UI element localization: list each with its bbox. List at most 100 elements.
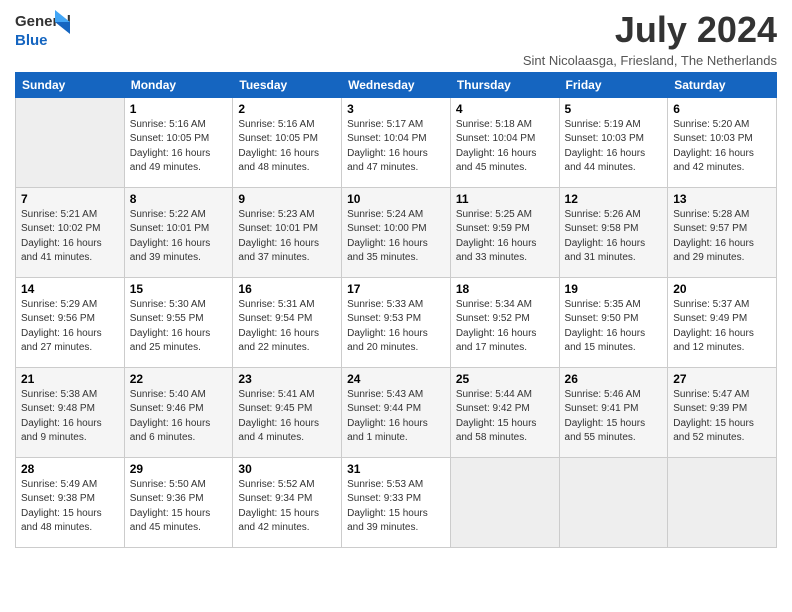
day-number: 1 [130, 102, 228, 116]
calendar-cell: 9Sunrise: 5:23 AMSunset: 10:01 PMDayligh… [233, 187, 342, 277]
calendar-cell: 21 Sunrise: 5:38 AMSunset: 9:48 PMDayligh… [16, 367, 125, 457]
day-number: 5 [565, 102, 663, 116]
calendar-cell: 19 Sunrise: 5:35 AMSunset: 9:50 PMDayligh… [559, 277, 668, 367]
day-number: 28 [21, 462, 119, 476]
calendar-table: SundayMondayTuesdayWednesdayThursdayFrid… [15, 72, 777, 548]
day-info: Sunrise: 5:34 AMSunset: 9:52 PMDaylight:… [456, 298, 554, 356]
day-info: Sunrise: 5:49 AMSunset: 9:38 PMDaylight:… [21, 478, 119, 536]
calendar-week-row: 14 Sunrise: 5:29 AMSunset: 9:56 PMDayligh… [16, 277, 777, 367]
day-info: Sunrise: 5:18 AMSunset: 10:04 PMDaylight… [456, 118, 554, 176]
day-info: Sunrise: 5:38 AMSunset: 9:48 PMDaylight:… [21, 388, 119, 446]
day-info: Sunrise: 5:40 AMSunset: 9:46 PMDaylight:… [130, 388, 228, 446]
day-info: Sunrise: 5:47 AMSunset: 9:39 PMDaylight:… [673, 388, 771, 446]
calendar-header-row: SundayMondayTuesdayWednesdayThursdayFrid… [16, 72, 777, 97]
day-number: 3 [347, 102, 445, 116]
day-number: 24 [347, 372, 445, 386]
day-info: Sunrise: 5:33 AMSunset: 9:53 PMDaylight:… [347, 298, 445, 356]
day-number: 23 [238, 372, 336, 386]
month-title: July 2024 [523, 10, 777, 50]
day-info: Sunrise: 5:16 AMSunset: 10:05 PMDaylight… [238, 118, 336, 176]
day-number: 27 [673, 372, 771, 386]
day-number: 10 [347, 192, 445, 206]
day-info: Sunrise: 5:44 AMSunset: 9:42 PMDaylight:… [456, 388, 554, 446]
day-info: Sunrise: 5:35 AMSunset: 9:50 PMDaylight:… [565, 298, 663, 356]
day-number: 19 [565, 282, 663, 296]
calendar-cell: 17 Sunrise: 5:33 AMSunset: 9:53 PMDayligh… [342, 277, 451, 367]
calendar-cell: 28 Sunrise: 5:49 AMSunset: 9:38 PMDayligh… [16, 457, 125, 547]
day-info: Sunrise: 5:50 AMSunset: 9:36 PMDaylight:… [130, 478, 228, 536]
day-number: 16 [238, 282, 336, 296]
calendar-cell: 13 Sunrise: 5:28 AMSunset: 9:57 PMDayligh… [668, 187, 777, 277]
day-number: 30 [238, 462, 336, 476]
day-number: 20 [673, 282, 771, 296]
calendar-cell: 25Sunrise: 5:44 AMSunset: 9:42 PMDayligh… [450, 367, 559, 457]
day-info: Sunrise: 5:26 AMSunset: 9:58 PMDaylight:… [565, 208, 663, 266]
day-header-saturday: Saturday [668, 72, 777, 97]
day-header-tuesday: Tuesday [233, 72, 342, 97]
calendar-cell: 14 Sunrise: 5:29 AMSunset: 9:56 PMDayligh… [16, 277, 125, 367]
day-number: 21 [21, 372, 119, 386]
svg-text:Blue: Blue [15, 32, 48, 49]
day-number: 8 [130, 192, 228, 206]
day-header-friday: Friday [559, 72, 668, 97]
calendar-cell: 2 Sunrise: 5:16 AMSunset: 10:05 PMDayligh… [233, 97, 342, 187]
day-number: 22 [130, 372, 228, 386]
day-info: Sunrise: 5:16 AMSunset: 10:05 PMDaylight… [130, 118, 228, 176]
calendar-cell [668, 457, 777, 547]
logo-icon: GeneralBlue [15, 10, 70, 52]
day-number: 14 [21, 282, 119, 296]
day-info: Sunrise: 5:17 AMSunset: 10:04 PMDaylight… [347, 118, 445, 176]
day-info: Sunrise: 5:20 AMSunset: 10:03 PMDaylight… [673, 118, 771, 176]
day-number: 11 [456, 192, 554, 206]
calendar-cell: 22 Sunrise: 5:40 AMSunset: 9:46 PMDayligh… [124, 367, 233, 457]
day-info: Sunrise: 5:52 AMSunset: 9:34 PMDaylight:… [238, 478, 336, 536]
calendar-week-row: 28 Sunrise: 5:49 AMSunset: 9:38 PMDayligh… [16, 457, 777, 547]
day-number: 2 [238, 102, 336, 116]
calendar-cell: 5 Sunrise: 5:19 AMSunset: 10:03 PMDayligh… [559, 97, 668, 187]
calendar-week-row: 1 Sunrise: 5:16 AMSunset: 10:05 PMDayligh… [16, 97, 777, 187]
page-header: GeneralBlue July 2024Sint Nicolaasga, Fri… [15, 10, 777, 68]
calendar-cell: 12 Sunrise: 5:26 AMSunset: 9:58 PMDayligh… [559, 187, 668, 277]
day-number: 18 [456, 282, 554, 296]
day-info: Sunrise: 5:37 AMSunset: 9:49 PMDaylight:… [673, 298, 771, 356]
day-number: 12 [565, 192, 663, 206]
calendar-cell: 30 Sunrise: 5:52 AMSunset: 9:34 PMDayligh… [233, 457, 342, 547]
day-info: Sunrise: 5:43 AMSunset: 9:44 PMDaylight:… [347, 388, 445, 446]
calendar-cell: 7Sunrise: 5:21 AMSunset: 10:02 PMDayligh… [16, 187, 125, 277]
day-info: Sunrise: 5:22 AMSunset: 10:01 PMDaylight… [130, 208, 228, 266]
day-info: Sunrise: 5:25 AMSunset: 9:59 PMDaylight:… [456, 208, 554, 266]
calendar-week-row: 7Sunrise: 5:21 AMSunset: 10:02 PMDayligh… [16, 187, 777, 277]
calendar-cell: 24 Sunrise: 5:43 AMSunset: 9:44 PMDayligh… [342, 367, 451, 457]
title-area: July 2024Sint Nicolaasga, Friesland, The… [523, 10, 777, 68]
day-number: 15 [130, 282, 228, 296]
calendar-cell: 23Sunrise: 5:41 AMSunset: 9:45 PMDayligh… [233, 367, 342, 457]
calendar-cell: 26Sunrise: 5:46 AMSunset: 9:41 PMDayligh… [559, 367, 668, 457]
day-info: Sunrise: 5:29 AMSunset: 9:56 PMDaylight:… [21, 298, 119, 356]
calendar-cell: 4 Sunrise: 5:18 AMSunset: 10:04 PMDayligh… [450, 97, 559, 187]
logo: GeneralBlue [15, 10, 70, 52]
day-info: Sunrise: 5:19 AMSunset: 10:03 PMDaylight… [565, 118, 663, 176]
calendar-cell [450, 457, 559, 547]
day-info: Sunrise: 5:23 AMSunset: 10:01 PMDaylight… [238, 208, 336, 266]
day-info: Sunrise: 5:28 AMSunset: 9:57 PMDaylight:… [673, 208, 771, 266]
day-number: 31 [347, 462, 445, 476]
calendar-cell: 20 Sunrise: 5:37 AMSunset: 9:49 PMDayligh… [668, 277, 777, 367]
calendar-cell: 6Sunrise: 5:20 AMSunset: 10:03 PMDayligh… [668, 97, 777, 187]
calendar-cell: 1 Sunrise: 5:16 AMSunset: 10:05 PMDayligh… [124, 97, 233, 187]
calendar-cell: 15 Sunrise: 5:30 AMSunset: 9:55 PMDayligh… [124, 277, 233, 367]
day-info: Sunrise: 5:30 AMSunset: 9:55 PMDaylight:… [130, 298, 228, 356]
day-info: Sunrise: 5:46 AMSunset: 9:41 PMDaylight:… [565, 388, 663, 446]
day-info: Sunrise: 5:31 AMSunset: 9:54 PMDaylight:… [238, 298, 336, 356]
calendar-cell: 3 Sunrise: 5:17 AMSunset: 10:04 PMDayligh… [342, 97, 451, 187]
calendar-cell: 18 Sunrise: 5:34 AMSunset: 9:52 PMDayligh… [450, 277, 559, 367]
day-number: 4 [456, 102, 554, 116]
day-header-thursday: Thursday [450, 72, 559, 97]
day-info: Sunrise: 5:24 AMSunset: 10:00 PMDaylight… [347, 208, 445, 266]
day-number: 13 [673, 192, 771, 206]
calendar-cell: 27 Sunrise: 5:47 AMSunset: 9:39 PMDayligh… [668, 367, 777, 457]
calendar-cell [16, 97, 125, 187]
day-info: Sunrise: 5:53 AMSunset: 9:33 PMDaylight:… [347, 478, 445, 536]
day-header-sunday: Sunday [16, 72, 125, 97]
day-header-wednesday: Wednesday [342, 72, 451, 97]
day-number: 17 [347, 282, 445, 296]
